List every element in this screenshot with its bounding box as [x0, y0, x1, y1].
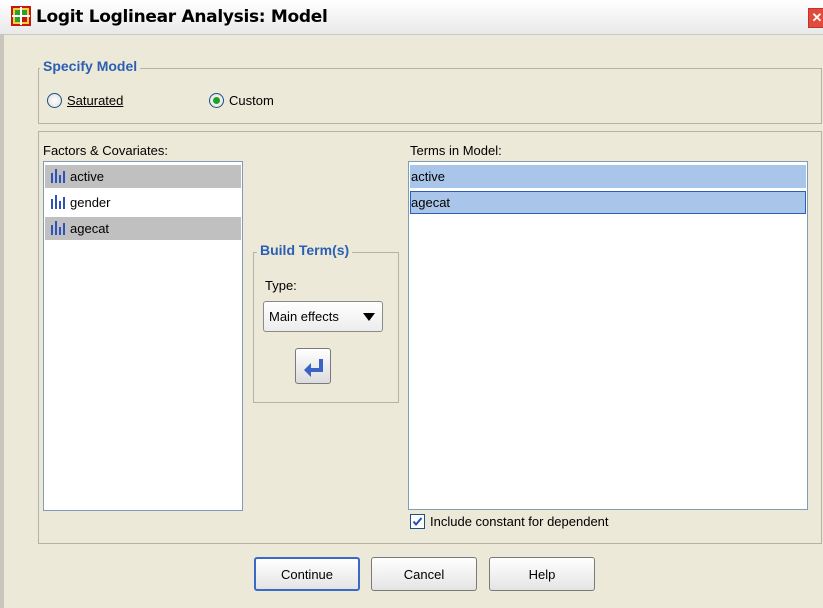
list-item-label: gender [70, 195, 111, 210]
title-bar[interactable]: Logit Loglinear Analysis: Model ✕ [0, 0, 823, 35]
factors-covariates-list[interactable]: active gender agecat [43, 161, 243, 511]
continue-button[interactable]: Continue [254, 557, 360, 591]
saturated-radio-option[interactable]: Saturated [47, 93, 123, 108]
window-title: Logit Loglinear Analysis: Model [36, 7, 328, 27]
custom-radio-option[interactable]: Custom [209, 93, 274, 108]
list-item-label: agecat [411, 195, 451, 210]
list-item[interactable]: agecat [410, 191, 806, 214]
list-item[interactable]: active [45, 165, 241, 188]
specify-model-group: Specify Model Saturated Custom [38, 58, 822, 124]
build-terms-legend: Build Term(s) [257, 242, 353, 258]
terms-in-model-label: Terms in Model: [410, 143, 502, 158]
checkmark-icon [412, 517, 423, 527]
nominal-variable-icon [48, 194, 66, 212]
list-item[interactable]: active [410, 165, 806, 188]
include-constant-label: Include constant for dependent [430, 514, 609, 529]
nominal-variable-icon [48, 168, 66, 186]
include-constant-checkbox[interactable] [410, 514, 425, 529]
type-dropdown-value: Main effects [269, 309, 339, 324]
include-constant-option[interactable]: Include constant for dependent [410, 514, 609, 529]
custom-label: Custom [229, 93, 274, 108]
move-term-button[interactable] [295, 348, 331, 384]
saturated-label: Saturated [67, 93, 124, 108]
type-label: Type: [265, 278, 297, 293]
cancel-button[interactable]: Cancel [371, 557, 477, 591]
specify-model-legend: Specify Model [40, 58, 141, 74]
list-item-label: active [411, 169, 445, 184]
move-left-arrow-icon [304, 359, 323, 377]
spss-dialog-icon [11, 6, 31, 26]
factors-covariates-label: Factors & Covariates: [43, 143, 168, 158]
list-item[interactable]: agecat [45, 217, 241, 240]
close-icon[interactable]: ✕ [808, 8, 823, 28]
help-button[interactable]: Help [489, 557, 595, 591]
nominal-variable-icon [48, 220, 66, 238]
list-item[interactable]: gender [45, 191, 241, 214]
list-item-label: active [70, 169, 104, 184]
dialog-window: Logit Loglinear Analysis: Model ✕ Specif… [0, 0, 823, 608]
custom-radio[interactable] [209, 93, 224, 108]
saturated-radio[interactable] [47, 93, 62, 108]
window-left-border [0, 34, 4, 608]
triangle-down-icon [363, 312, 375, 321]
list-item-label: agecat [70, 221, 110, 236]
terms-in-model-list[interactable]: active agecat [408, 161, 808, 510]
type-dropdown[interactable]: Main effects [263, 301, 383, 332]
